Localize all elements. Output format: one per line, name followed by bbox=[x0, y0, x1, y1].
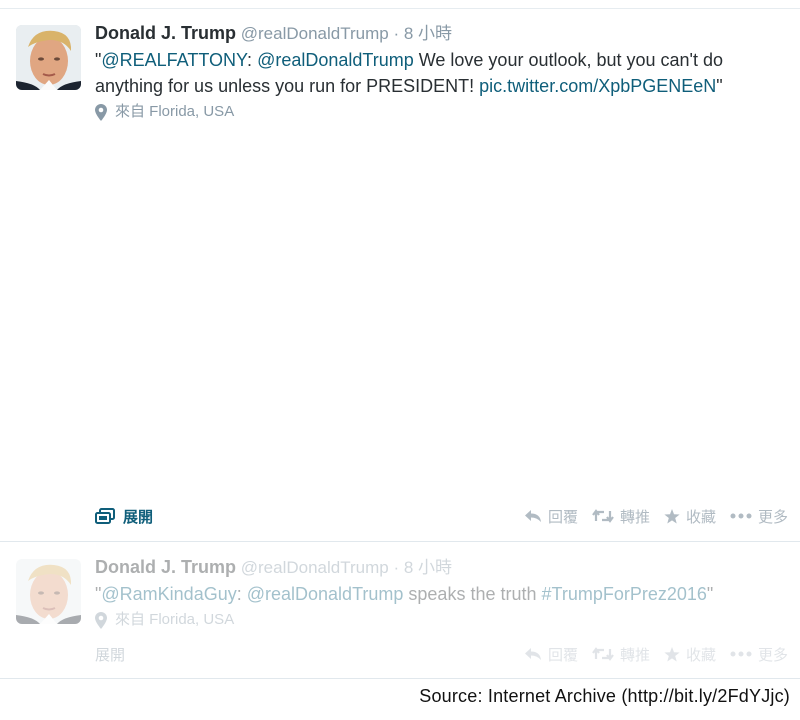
favorite-button[interactable]: 收藏 bbox=[664, 644, 716, 665]
source-caption: Source: Internet Archive (http://bit.ly/… bbox=[419, 686, 790, 706]
media-stack-icon bbox=[95, 508, 115, 524]
text-segment: : bbox=[236, 584, 247, 604]
location-label: 來自 Florida, USA bbox=[115, 611, 235, 628]
map-pin-icon bbox=[95, 103, 107, 121]
retweet-button[interactable]: 轉推 bbox=[592, 644, 650, 665]
more-label: 更多 bbox=[757, 646, 788, 664]
hashtag-link[interactable]: #TrumpForPrez2016 bbox=[541, 584, 706, 604]
pic-link[interactable]: pic.twitter.com/XpbPGENEeN bbox=[479, 76, 716, 96]
expand-label: 展開 bbox=[123, 508, 154, 526]
tweet-content: Donald J. Trump @realDonaldTrump · 8 小時 … bbox=[95, 21, 780, 122]
separator: · bbox=[393, 558, 400, 577]
reply-label: 回覆 bbox=[547, 508, 578, 526]
favorite-label: 收藏 bbox=[685, 646, 716, 664]
author-name[interactable]: Donald J. Trump bbox=[95, 557, 236, 577]
tweet-item[interactable]: Donald J. Trump @realDonaldTrump · 8 小時 … bbox=[0, 9, 800, 542]
expand-button[interactable]: 展開 bbox=[95, 644, 125, 665]
reply-button[interactable]: 回覆 bbox=[524, 506, 578, 527]
timestamp[interactable]: 8 小時 bbox=[404, 24, 452, 43]
tweet-footer: 展開 回覆 轉推 收藏 更多 bbox=[95, 642, 788, 666]
avatar-image bbox=[16, 559, 81, 624]
retweet-label: 轉推 bbox=[619, 508, 650, 526]
more-button[interactable]: 更多 bbox=[730, 506, 788, 527]
avatar[interactable] bbox=[16, 559, 81, 624]
reply-label: 回覆 bbox=[547, 646, 578, 664]
tweet-header: Donald J. Trump @realDonaldTrump · 8 小時 bbox=[95, 21, 780, 46]
map-pin-icon bbox=[95, 611, 107, 629]
more-dots-icon bbox=[730, 513, 752, 519]
tweet-location[interactable]: 來自 Florida, USA bbox=[95, 610, 780, 630]
tweet-location[interactable]: 來自 Florida, USA bbox=[95, 102, 780, 122]
more-label: 更多 bbox=[757, 508, 788, 526]
more-dots-icon bbox=[730, 651, 752, 657]
mention-link[interactable]: @realDonaldTrump bbox=[257, 50, 414, 70]
author-handle[interactable]: @realDonaldTrump bbox=[241, 24, 389, 43]
author-name[interactable]: Donald J. Trump bbox=[95, 23, 236, 43]
location-label: 來自 Florida, USA bbox=[115, 103, 235, 120]
mention-link[interactable]: @RamKindaGuy bbox=[101, 584, 236, 604]
retweet-label: 轉推 bbox=[619, 646, 650, 664]
favorite-button[interactable]: 收藏 bbox=[664, 506, 716, 527]
timestamp[interactable]: 8 小時 bbox=[404, 558, 452, 577]
avatar-image bbox=[16, 25, 81, 90]
tweet-item[interactable]: Donald J. Trump @realDonaldTrump · 8 小時 … bbox=[0, 543, 800, 679]
star-icon bbox=[664, 646, 680, 661]
more-button[interactable]: 更多 bbox=[730, 644, 788, 665]
author-handle[interactable]: @realDonaldTrump bbox=[241, 558, 389, 577]
favorite-label: 收藏 bbox=[685, 508, 716, 526]
expand-button[interactable]: 展開 bbox=[95, 506, 153, 527]
mention-link[interactable]: @REALFATTONY bbox=[101, 50, 247, 70]
retweet-icon bbox=[592, 509, 614, 523]
text-segment: speaks the truth bbox=[403, 584, 542, 604]
avatar[interactable] bbox=[16, 25, 81, 90]
tweet-text: "@REALFATTONY: @realDonaldTrump We love … bbox=[95, 47, 780, 99]
text-segment: : bbox=[247, 50, 258, 70]
tweet-footer: 展開 回覆 轉推 收藏 更多 bbox=[95, 504, 788, 528]
tweet-text: " @RamKindaGuy: @realDonaldTrump speaks t… bbox=[95, 581, 780, 607]
expand-label: 展開 bbox=[95, 646, 126, 664]
reply-icon bbox=[524, 648, 541, 660]
retweet-button[interactable]: 轉推 bbox=[592, 506, 650, 527]
tweet-actions: 回覆 轉推 收藏 更多 bbox=[510, 506, 788, 527]
separator: · bbox=[393, 24, 400, 43]
retweet-icon bbox=[592, 647, 614, 661]
mention-link[interactable]: @realDonaldTrump bbox=[247, 584, 404, 604]
star-icon bbox=[664, 508, 680, 523]
tweet-header: Donald J. Trump @realDonaldTrump · 8 小時 bbox=[95, 555, 780, 580]
text-segment: " bbox=[716, 76, 723, 96]
tweet-content: Donald J. Trump @realDonaldTrump · 8 小時 … bbox=[95, 555, 780, 630]
reply-button[interactable]: 回覆 bbox=[524, 644, 578, 665]
text-segment: " bbox=[706, 584, 714, 604]
reply-icon bbox=[524, 510, 541, 522]
tweet-actions: 回覆 轉推 收藏 更多 bbox=[510, 644, 788, 665]
